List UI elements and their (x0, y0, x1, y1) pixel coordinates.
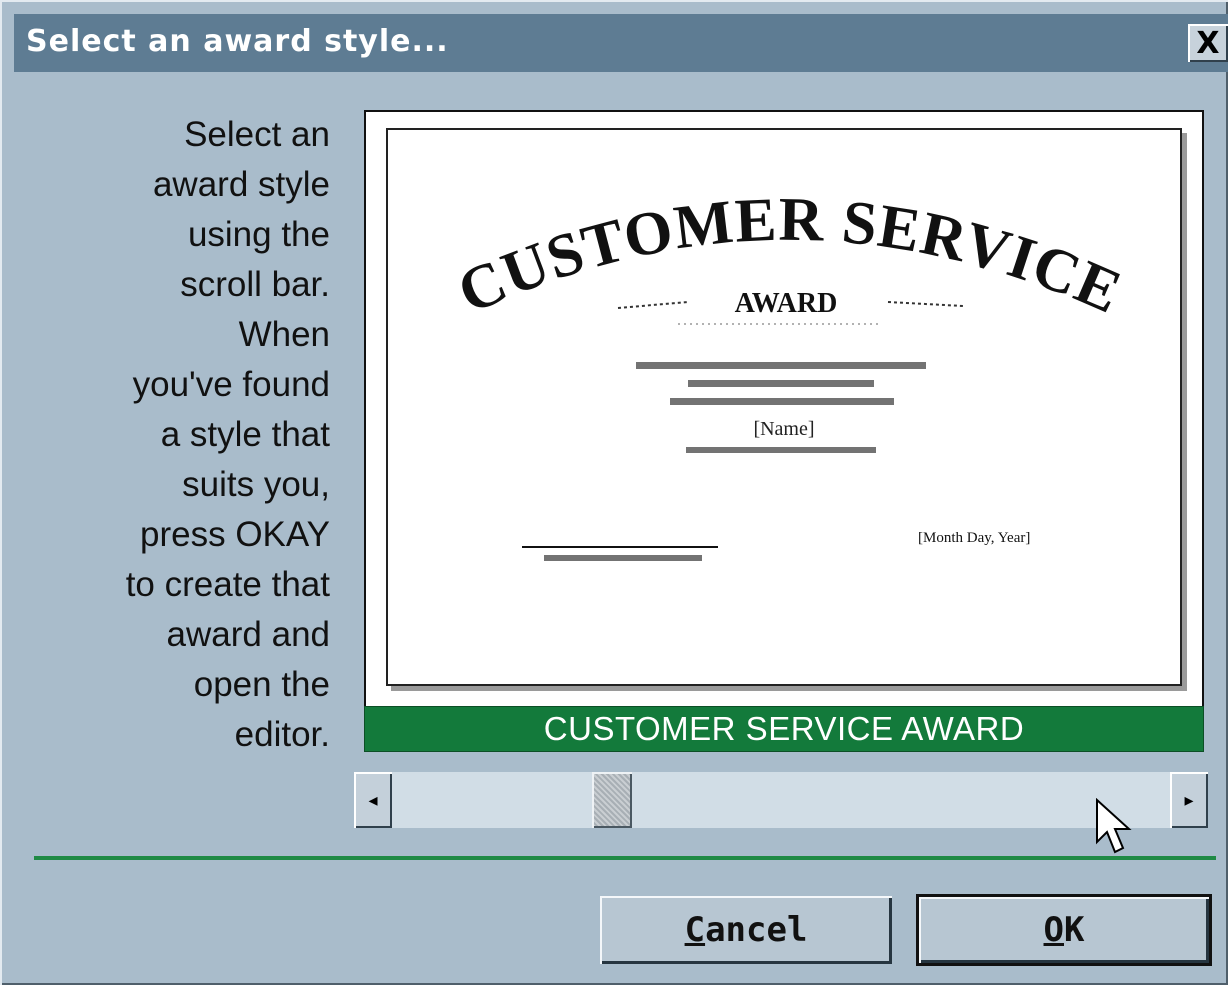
mouse-cursor-icon (1096, 798, 1132, 854)
title-bar: Select an award style... X (14, 14, 1228, 72)
cancel-label: ancel (705, 910, 808, 950)
certificate-subtitle: AWARD (735, 288, 838, 319)
award-style-dialog: Select an award style... X Select an awa… (0, 0, 1228, 985)
scroll-right-button[interactable]: ▸ (1170, 772, 1208, 828)
scroll-thumb[interactable] (592, 772, 632, 828)
certificate-date-placeholder: [Month Day, Year] (918, 530, 1031, 546)
award-preview: CUSTOMER SERVICE AWARD [Name] [Month Day… (364, 110, 1204, 708)
ok-button[interactable]: OK (916, 894, 1212, 966)
signature-line (522, 546, 718, 548)
ok-mnemonic: O (1043, 910, 1064, 950)
cancel-mnemonic: C (684, 910, 706, 950)
cancel-button[interactable]: Cancel (600, 896, 892, 964)
dialog-title: Select an award style... (26, 24, 449, 59)
close-icon: X (1196, 25, 1220, 61)
separator-line (34, 856, 1216, 860)
style-scrollbar[interactable]: ◂ ▸ (354, 772, 1208, 828)
certificate-title-art: CUSTOMER SERVICE AWARD (448, 186, 1130, 561)
scroll-left-button[interactable]: ◂ (354, 772, 392, 828)
award-style-name: CUSTOMER SERVICE AWARD (364, 706, 1204, 752)
certificate-name-placeholder: [Name] (753, 418, 815, 440)
certificate-preview: CUSTOMER SERVICE AWARD [Name] [Month Day… (386, 128, 1182, 686)
arrow-left-icon: ◂ (368, 789, 378, 810)
close-button[interactable]: X (1188, 24, 1228, 62)
arrow-right-icon: ▸ (1184, 789, 1194, 810)
ok-label: K (1064, 910, 1085, 950)
instructions-text: Select an award style using the scroll b… (125, 115, 330, 754)
